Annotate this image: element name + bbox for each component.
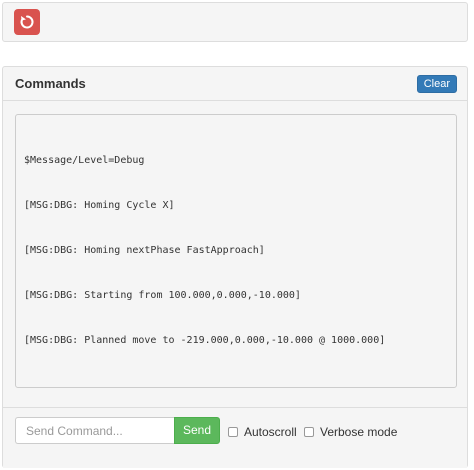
autoscroll-label: Autoscroll bbox=[244, 425, 297, 439]
command-footer: Send Autoscroll Verbose mode bbox=[3, 407, 467, 468]
commands-panel: Commands Clear $Message/Level=Debug [MSG… bbox=[2, 66, 468, 468]
toolbar-panel bbox=[2, 2, 468, 42]
command-log[interactable]: $Message/Level=Debug [MSG:DBG: Homing Cy… bbox=[15, 114, 457, 388]
send-button[interactable]: Send bbox=[174, 417, 220, 444]
log-line: [MSG:DBG: Homing Cycle X] bbox=[24, 200, 175, 211]
reset-button[interactable] bbox=[14, 9, 40, 35]
log-line: [MSG:DBG: Homing nextPhase FastApproach] bbox=[24, 245, 265, 256]
log-line: [MSG:DBG: Planned move to -219.000,0.000… bbox=[24, 335, 386, 346]
autoscroll-checkbox[interactable] bbox=[228, 427, 238, 437]
verbose-option[interactable]: Verbose mode bbox=[304, 425, 397, 439]
verbose-checkbox[interactable] bbox=[304, 427, 314, 437]
command-input[interactable] bbox=[15, 417, 175, 444]
autoscroll-option[interactable]: Autoscroll bbox=[228, 425, 297, 439]
verbose-label: Verbose mode bbox=[320, 425, 398, 439]
clear-button[interactable]: Clear bbox=[416, 75, 457, 93]
commands-title: Commands bbox=[15, 76, 86, 91]
log-line: $Message/Level=Debug bbox=[24, 155, 145, 166]
commands-header: Commands Clear bbox=[3, 67, 467, 101]
log-line: [MSG:DBG: Starting from 100.000,0.000,-1… bbox=[24, 290, 301, 301]
restart-icon bbox=[19, 14, 35, 30]
